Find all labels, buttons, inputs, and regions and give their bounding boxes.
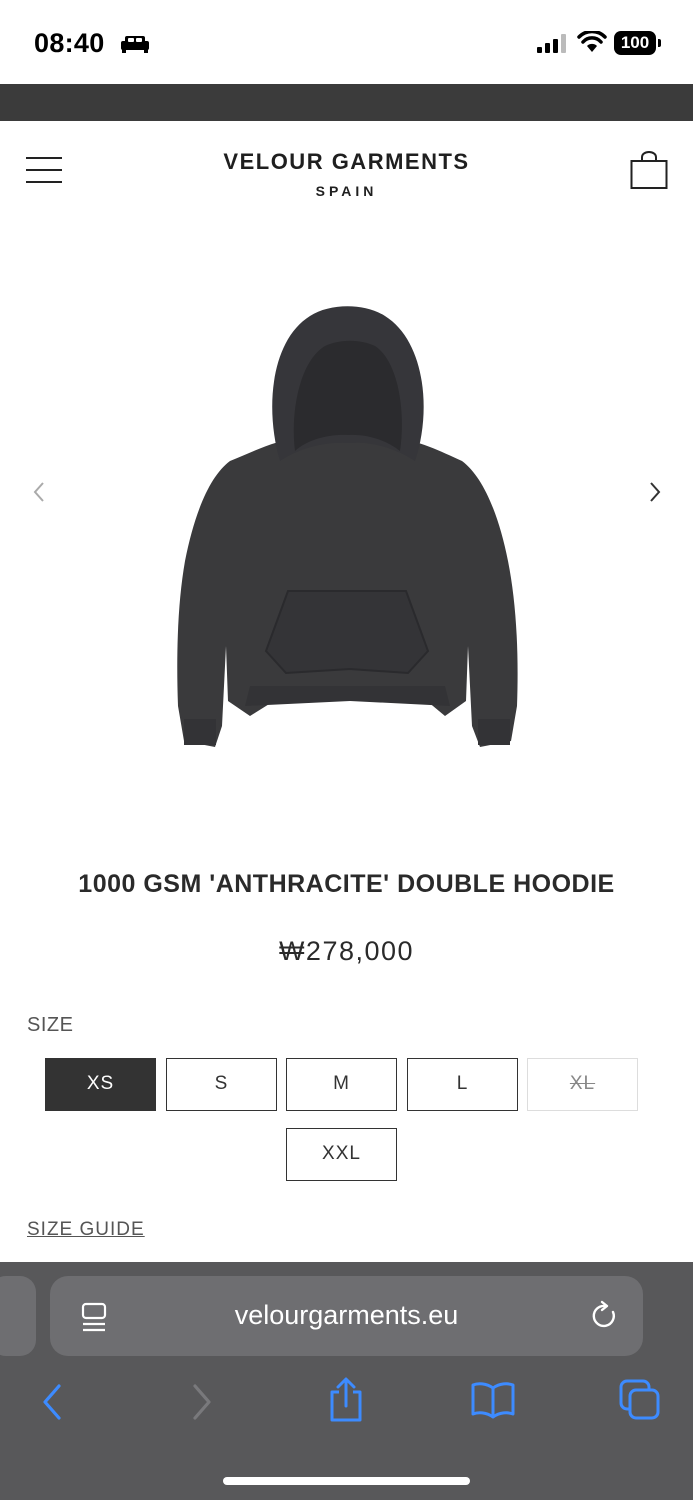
url-text: velourgarments.eu xyxy=(234,1300,459,1330)
size-option-l[interactable]: L xyxy=(407,1058,518,1111)
forward-arrow-icon[interactable] xyxy=(188,1382,216,1422)
status-time: 08:40 xyxy=(34,28,105,58)
product-image-hoodie[interactable] xyxy=(170,301,524,751)
size-label: SIZE xyxy=(27,1014,74,1036)
back-arrow-icon[interactable] xyxy=(38,1382,66,1422)
home-indicator[interactable] xyxy=(223,1477,470,1485)
sleep-focus-icon xyxy=(121,36,149,53)
product-title: 1000 GSM 'ANTHRACITE' DOUBLE HOODIE xyxy=(78,870,615,898)
chevron-right-icon[interactable] xyxy=(645,479,665,505)
chevron-left-icon[interactable] xyxy=(30,479,50,505)
size-option-xl[interactable]: XL xyxy=(527,1058,638,1111)
size-option-m[interactable]: M xyxy=(286,1058,397,1111)
battery-icon: 100 xyxy=(614,31,661,55)
shopping-bag-icon[interactable] xyxy=(630,151,668,191)
size-guide-link[interactable]: SIZE GUIDE xyxy=(27,1219,145,1241)
browser-toolbar: velourgarments.eu xyxy=(0,1262,693,1500)
product-gallery xyxy=(0,221,693,841)
bookmarks-icon[interactable] xyxy=(470,1380,516,1420)
wifi-icon xyxy=(577,31,607,52)
site-header: VELOUR GARMENTS SPAIN xyxy=(0,121,693,221)
status-bar: 08:40 100 xyxy=(0,0,693,84)
brand-logo[interactable]: VELOUR GARMENTS SPAIN xyxy=(0,149,693,199)
address-bar[interactable]: velourgarments.eu xyxy=(50,1276,643,1356)
announcement-bar xyxy=(0,84,693,121)
cellular-signal-icon xyxy=(537,34,566,53)
size-option-s[interactable]: S xyxy=(166,1058,277,1111)
reload-icon[interactable] xyxy=(591,1300,619,1332)
size-option-xxl[interactable]: XXL xyxy=(286,1128,397,1181)
tabs-icon[interactable] xyxy=(618,1378,662,1422)
previous-tab-preview[interactable] xyxy=(0,1276,36,1356)
brand-subtitle: SPAIN xyxy=(315,183,378,199)
share-icon[interactable] xyxy=(326,1376,366,1424)
brand-name: VELOUR GARMENTS xyxy=(223,149,470,174)
size-option-xs[interactable]: XS xyxy=(45,1058,156,1111)
product-price: ₩278,000 xyxy=(278,936,415,966)
